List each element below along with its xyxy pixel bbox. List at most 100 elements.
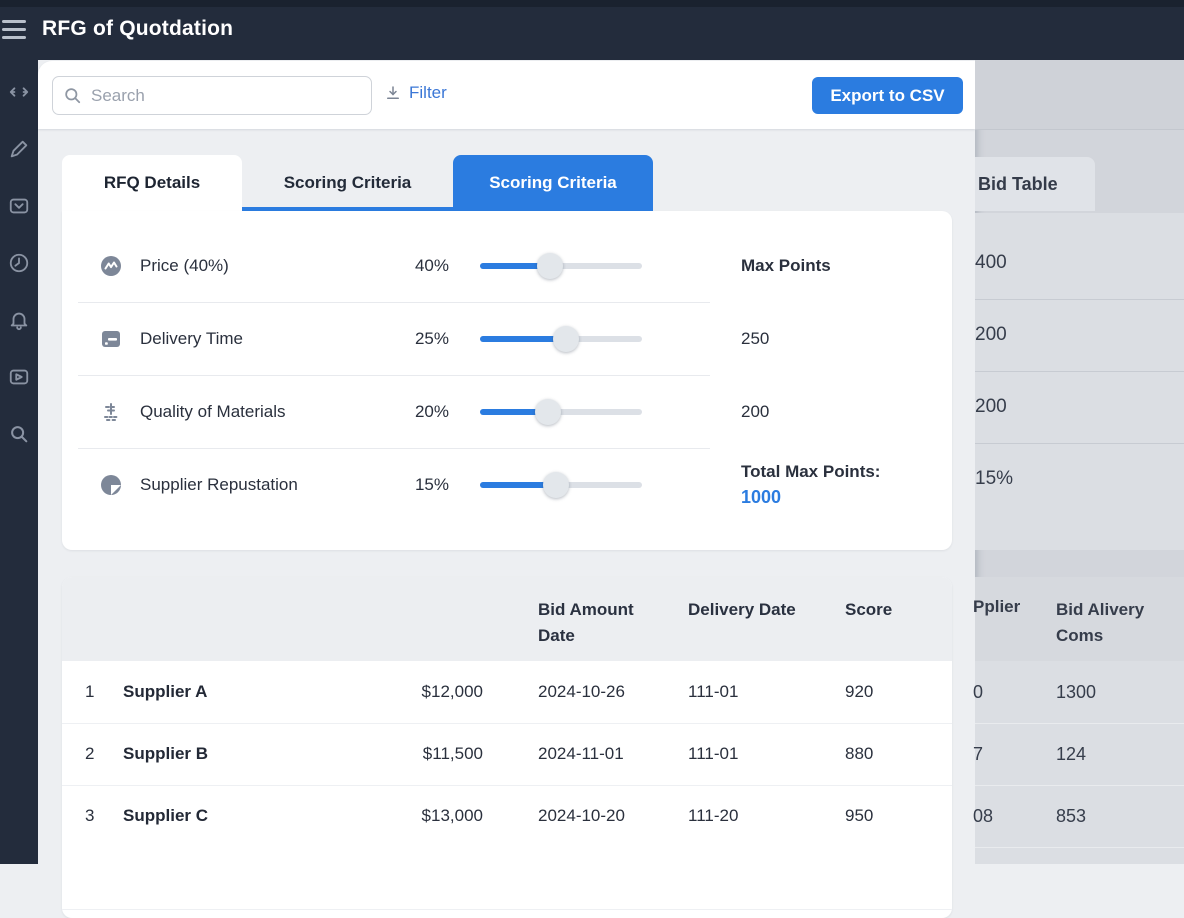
quality-slider[interactable] (480, 399, 642, 425)
clock-icon[interactable] (7, 251, 31, 275)
page-title: RFG of Quotdation (42, 17, 233, 41)
search-box[interactable] (52, 76, 372, 115)
col-header-score: Score (803, 597, 893, 623)
media-card-icon[interactable] (7, 365, 31, 389)
criterion-weight: 25% (386, 329, 449, 349)
score: 920 (803, 682, 893, 702)
resize-horizontal-icon[interactable] (7, 80, 31, 104)
table-row: 08 853 (975, 785, 1184, 847)
max-points-value: 250 (642, 329, 952, 349)
export-csv-button[interactable]: Export to CSV (812, 77, 963, 114)
mail-icon[interactable] (7, 194, 31, 218)
search-input[interactable] (91, 86, 341, 106)
scoring-row-price: Price (40%) 40% Max Points (62, 229, 952, 302)
bid-date: 2024-10-20 (538, 806, 688, 826)
background-points-value: 200 (975, 299, 1184, 371)
bid-date: 2024-11-01 (538, 744, 688, 764)
background-points-column: 400 200 200 15% (975, 213, 1184, 550)
filter-label: Filter (409, 83, 447, 103)
top-bar: RFG of Quotdation (0, 0, 1184, 60)
score: 880 (803, 744, 893, 764)
table-row: 3 Supplier C $13,000 2024-10-20 111-20 9… (62, 785, 952, 847)
background-toolbar-strip (975, 60, 1184, 130)
delivery-date: 111-01 (688, 744, 803, 764)
bid-table-panel: Bid Amount Date Delivery Date Score 1 Su… (62, 577, 952, 918)
price-icon (100, 255, 122, 277)
background-bid-table: Pplier Bid Alivery Coms 0 1300 7 124 08 … (975, 577, 1184, 864)
table-row: 1 Supplier A $12,000 2024-10-26 111-01 9… (62, 661, 952, 723)
slider-knob[interactable] (537, 253, 563, 279)
reputation-icon (100, 474, 122, 496)
col-header-pplier: Pplier (973, 597, 1056, 661)
delivery-time-icon (100, 328, 122, 350)
reputation-slider[interactable] (480, 472, 642, 498)
bell-icon[interactable] (7, 308, 31, 332)
max-points-header: Max Points (642, 256, 952, 276)
total-max-points: Total Max Points: 1000 (642, 462, 952, 508)
row-number: 3 (85, 806, 123, 826)
pencil-icon[interactable] (7, 137, 31, 161)
criterion-label: Supplier Repustation (126, 475, 386, 495)
tab-scoring-criteria-1[interactable]: Scoring Criteria (242, 155, 453, 211)
col-header-bid-alivery-coms: Bid Alivery Coms (1056, 597, 1166, 661)
background-points-value: 400 (975, 227, 1184, 299)
cell: 853 (1056, 806, 1166, 827)
sidebar (0, 60, 38, 864)
table-bottom-divider (62, 909, 952, 910)
bid-amount: $12,000 (373, 682, 483, 702)
cell: 7 (973, 744, 1056, 765)
criterion-weight: 20% (386, 402, 449, 422)
bid-amount: $11,500 (373, 744, 483, 764)
criterion-label: Price (40%) (126, 256, 386, 276)
table-bottom-divider (975, 847, 1184, 864)
scoring-row-quality: Quality of Materials 20% 200 (62, 375, 952, 448)
cell: 0 (973, 682, 1056, 703)
filter-button[interactable]: Filter (384, 83, 447, 103)
hamburger-menu-icon[interactable] (2, 20, 26, 40)
criterion-weight: 15% (386, 475, 449, 495)
criterion-weight: 40% (386, 256, 449, 276)
tab-rfq-details[interactable]: RFQ Details (62, 155, 242, 211)
total-max-points-value: 1000 (741, 487, 952, 508)
scoring-row-delivery-time: Delivery Time 25% 250 (62, 302, 952, 375)
tab-bid-table[interactable]: Bid Table (975, 157, 1095, 211)
download-filter-icon (384, 84, 402, 102)
tab-scoring-criteria-2[interactable]: Scoring Criteria (453, 155, 653, 211)
main-content: Filter Export to CSV RFQ Details Scoring… (38, 60, 975, 864)
cell: 1300 (1056, 682, 1166, 703)
cell: 124 (1056, 744, 1166, 765)
supplier-name: Supplier C (123, 806, 373, 826)
bid-amount: $13,000 (373, 806, 483, 826)
background-points-value: 15% (975, 443, 1184, 515)
search-icon (63, 86, 82, 105)
price-slider[interactable] (480, 253, 642, 279)
bid-date: 2024-10-26 (538, 682, 688, 702)
toolbar: Filter Export to CSV (38, 61, 975, 129)
supplier-name: Supplier A (123, 682, 373, 702)
slider-knob[interactable] (553, 326, 579, 352)
total-max-points-label: Total Max Points: (741, 462, 952, 482)
slider-knob[interactable] (543, 472, 569, 498)
background-table-header: Pplier Bid Alivery Coms (975, 577, 1184, 661)
search-icon[interactable] (7, 422, 31, 446)
tab-bar: RFQ Details Scoring Criteria Scoring Cri… (62, 155, 653, 211)
criterion-label: Quality of Materials (126, 402, 386, 422)
delivery-time-slider[interactable] (480, 326, 642, 352)
delivery-date: 111-20 (688, 806, 803, 826)
delivery-date: 111-01 (688, 682, 803, 702)
supplier-name: Supplier B (123, 744, 373, 764)
score: 950 (803, 806, 893, 826)
bid-table-header: Bid Amount Date Delivery Date Score (62, 577, 952, 661)
max-points-value: 200 (642, 402, 952, 422)
background-points-value: 200 (975, 371, 1184, 443)
criterion-label: Delivery Time (126, 329, 386, 349)
col-header-bid-amount-date: Bid Amount Date (538, 597, 648, 649)
scoring-row-reputation: Supplier Repustation 15% Total Max Point… (62, 448, 952, 521)
table-row: 7 124 (975, 723, 1184, 785)
col-header-delivery-date: Delivery Date (688, 597, 803, 623)
scoring-criteria-panel: Price (40%) 40% Max Points Delivery Time… (62, 211, 952, 550)
background-layer: Bid Table 400 200 200 15% Pplier Bid Ali… (975, 60, 1184, 864)
table-row: 0 1300 (975, 661, 1184, 723)
slider-knob[interactable] (535, 399, 561, 425)
quality-icon (100, 401, 122, 423)
